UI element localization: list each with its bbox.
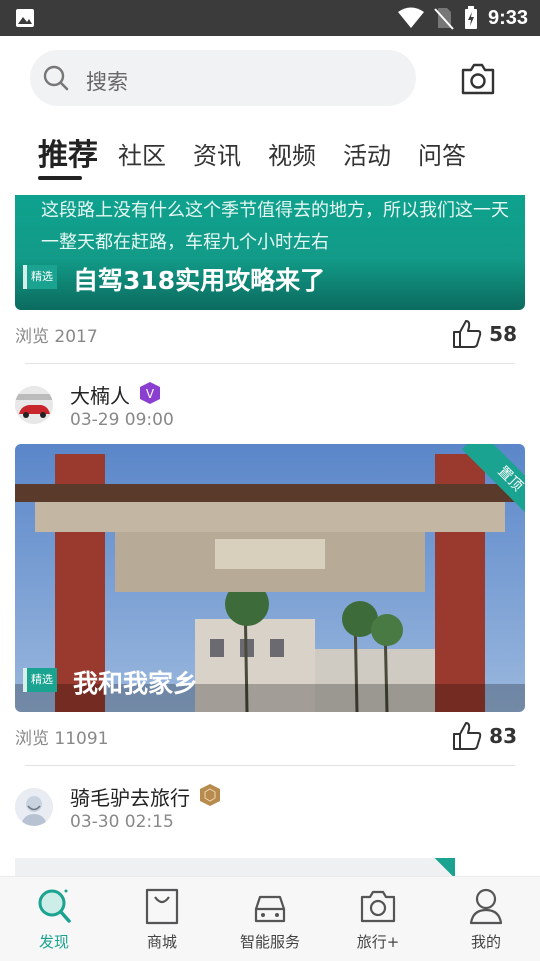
discover-icon xyxy=(38,889,71,923)
post-date: 03-30 02:15 xyxy=(70,812,174,832)
bottom-nav: 发现 商城 智能服务 旅行+ 我的 xyxy=(0,876,540,961)
nav-discover[interactable]: 发现 xyxy=(0,877,108,961)
author-name[interactable]: 骑毛驴去旅行 xyxy=(70,782,190,811)
search-input[interactable]: 搜索 xyxy=(30,50,416,106)
post-date: 03-29 09:00 xyxy=(70,410,174,430)
card-meta: 浏览 2017 58 xyxy=(15,314,525,354)
feed-card-cover[interactable]: 置顶 精选 我和我家乡 xyxy=(15,444,525,712)
card-description: 这段路上没有什么这个季节值得去的地方，所以我们这一天一整天都在赶路，车程九个小时… xyxy=(41,200,509,253)
tab-community[interactable]: 社区 xyxy=(118,136,166,171)
thumbs-up-icon xyxy=(453,722,482,750)
category-tabs: 推荐 社区 资讯 视频 活动 问答 xyxy=(0,126,540,186)
post-author-row[interactable]: 大楠人 V 03-29 09:00 xyxy=(15,380,525,440)
like-count: 83 xyxy=(489,724,517,748)
card-title: 我和我家乡 xyxy=(73,669,199,698)
camera-icon[interactable] xyxy=(460,62,496,96)
tab-news[interactable]: 资讯 xyxy=(193,136,241,171)
card-title: 自驾318实用攻略来了 xyxy=(73,266,326,295)
card-meta: 浏览 11091 83 xyxy=(15,716,525,756)
pinned-ribbon: 置顶 xyxy=(441,444,525,528)
author-name[interactable]: 大楠人 xyxy=(70,380,130,409)
status-bar: 9:33 xyxy=(0,0,540,36)
battery-charging-icon xyxy=(464,6,477,29)
feed-card-cover[interactable]: 这段路上没有什么这个季节值得去的地方，所以我们这一天一整天都在赶路，车程九个小时… xyxy=(15,195,525,310)
like-count: 58 xyxy=(489,322,517,346)
post-author-row[interactable]: 骑毛驴去旅行 03-30 02:15 xyxy=(15,782,525,842)
pinned-label: 置顶 xyxy=(461,444,525,528)
nav-label: 发现 xyxy=(38,933,69,951)
search-icon xyxy=(43,65,69,91)
clock: 9:33 xyxy=(487,6,528,29)
wifi-icon xyxy=(397,7,424,28)
nav-label: 智能服务 xyxy=(239,933,300,951)
divider xyxy=(25,765,515,766)
nav-shop[interactable]: 商城 xyxy=(108,877,216,961)
no-sim-icon xyxy=(434,8,454,30)
profile-icon xyxy=(469,888,503,925)
tab-video[interactable]: 视频 xyxy=(268,136,316,171)
search-placeholder: 搜索 xyxy=(86,70,128,94)
avatar[interactable] xyxy=(15,788,53,826)
car-service-icon xyxy=(254,895,286,923)
vip-badge-icon: V xyxy=(140,382,160,404)
nav-label: 我的 xyxy=(470,933,501,951)
tab-recommend[interactable]: 推荐 xyxy=(38,130,98,174)
view-count: 浏览 2017 xyxy=(15,327,98,347)
nav-profile[interactable]: 我的 xyxy=(432,877,540,961)
level-badge-icon xyxy=(200,784,220,806)
like-button[interactable]: 83 xyxy=(451,720,517,752)
tab-qa[interactable]: 问答 xyxy=(418,136,466,171)
featured-badge: 精选 xyxy=(23,265,57,289)
svg-text:V: V xyxy=(146,387,155,401)
tab-active-indicator xyxy=(38,176,82,180)
view-count: 浏览 11091 xyxy=(15,729,109,749)
nav-travel-plus[interactable]: 旅行+ xyxy=(324,877,432,961)
top-bar: 搜索 xyxy=(0,36,540,120)
shop-icon xyxy=(145,888,179,925)
divider xyxy=(25,363,515,364)
nav-label: 商城 xyxy=(146,933,177,951)
nav-smart-service[interactable]: 智能服务 xyxy=(216,877,324,961)
nav-label: 旅行+ xyxy=(356,933,400,951)
image-notification-icon xyxy=(16,9,34,27)
tab-events[interactable]: 活动 xyxy=(343,136,391,171)
thumbs-up-icon xyxy=(453,320,482,348)
featured-badge: 精选 xyxy=(23,668,57,692)
like-button[interactable]: 58 xyxy=(451,318,517,350)
avatar[interactable] xyxy=(15,386,53,424)
camera-icon xyxy=(360,890,396,923)
